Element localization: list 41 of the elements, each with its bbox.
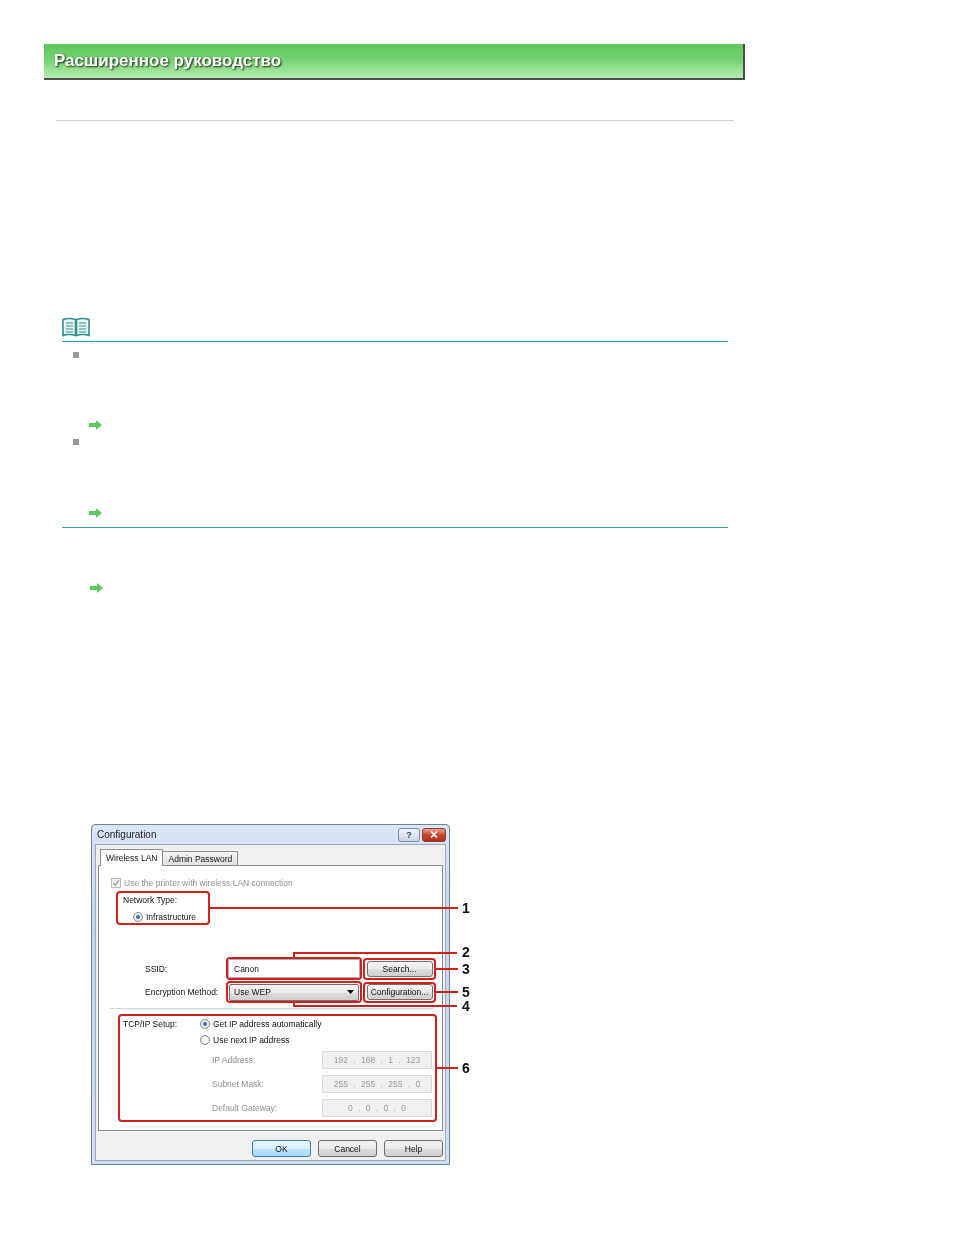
ok-button[interactable]: OK <box>252 1140 311 1157</box>
caret-icon <box>347 990 354 994</box>
radio-button[interactable] <box>200 1035 210 1045</box>
radio-label: Get IP address automatically <box>213 1018 322 1030</box>
ssid-field[interactable]: Canon <box>228 959 360 978</box>
titlebar-help-button[interactable]: ? <box>398 827 420 842</box>
bullet-icon <box>73 439 79 445</box>
book-icon <box>62 317 90 337</box>
encryption-method-label: Encryption Method: <box>145 986 220 998</box>
callout-number: 1 <box>462 902 470 914</box>
tab[interactable]: Wireless LAN <box>100 849 164 866</box>
callout-number: 5 <box>462 986 470 998</box>
ssid-label: SSID: <box>145 962 169 975</box>
cancel-button[interactable]: Cancel <box>318 1140 377 1157</box>
close-icon <box>430 831 438 838</box>
search-button[interactable]: Search... <box>366 960 433 977</box>
field-label: Default Gateway: <box>212 1102 279 1114</box>
callout-number: 3 <box>462 962 470 975</box>
tab[interactable]: Admin Password <box>162 851 239 865</box>
radio-button[interactable] <box>200 1019 210 1029</box>
close-button[interactable] <box>422 827 446 842</box>
field-label: IP Address: <box>212 1054 257 1066</box>
radio-label: Use next IP address <box>213 1034 290 1046</box>
network-type-label: Network Type: <box>123 894 179 906</box>
checkbox-label: Use the printer with wireless LAN connection <box>124 876 293 889</box>
arrow-icon <box>89 508 102 518</box>
callout-number: 4 <box>462 1000 470 1012</box>
callout-number: 6 <box>462 1062 470 1074</box>
callout-number: 2 <box>462 946 470 958</box>
radio-label: Infrastructure <box>146 911 197 923</box>
tcpip-setup-label: TCP/IP Setup: <box>123 1018 179 1030</box>
dialog-title: Configuration <box>97 829 157 840</box>
encryption-dropdown[interactable]: Use WEP <box>229 983 359 1001</box>
configuration-button[interactable]: Configuration... <box>366 984 433 1000</box>
field-label: Subnet Mask: <box>212 1078 265 1090</box>
arrow-icon <box>89 420 102 430</box>
help-button[interactable]: Help <box>384 1140 443 1157</box>
header-title: Расширенное руководство <box>54 51 282 71</box>
radio-button[interactable] <box>133 912 143 922</box>
bullet-icon <box>73 352 79 358</box>
arrow-icon <box>90 583 103 593</box>
